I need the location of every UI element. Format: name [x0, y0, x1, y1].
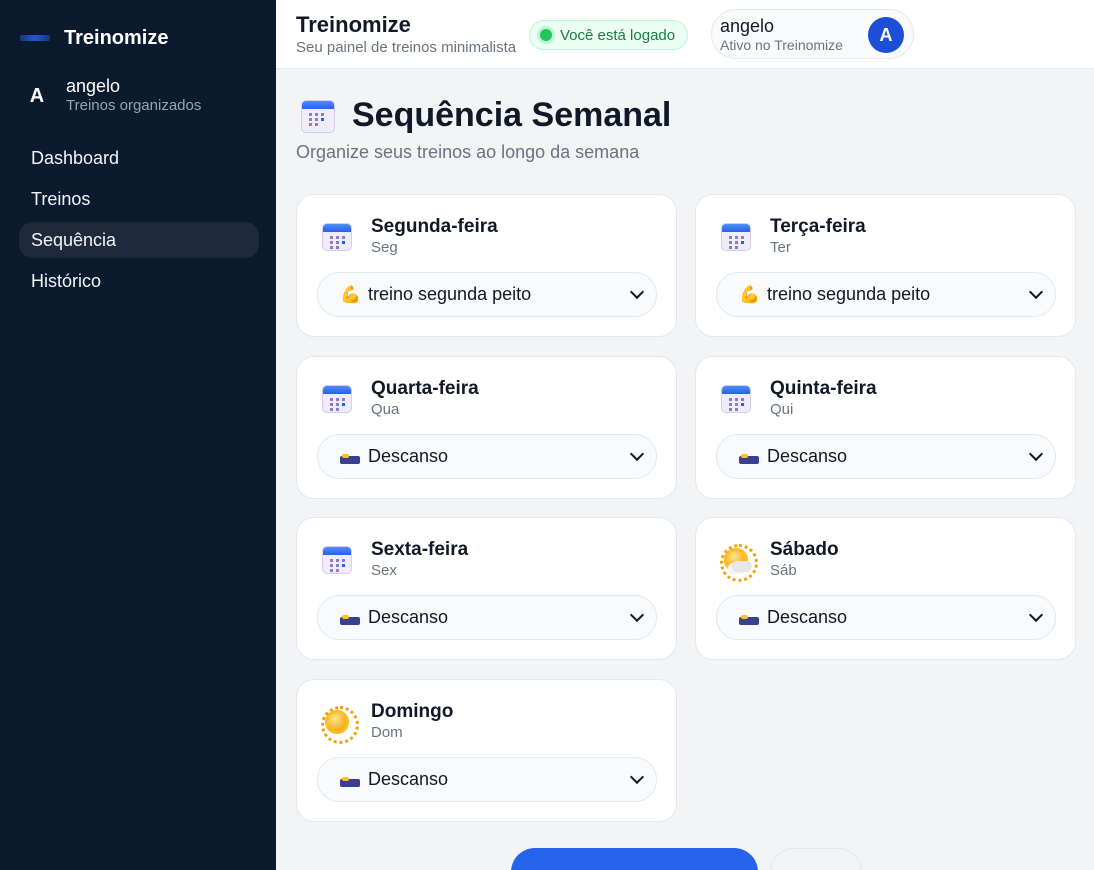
day-card-sabado: Sábado Sáb Descanso: [695, 517, 1076, 660]
topbar-subtitle: Seu painel de treinos minimalista: [296, 39, 517, 56]
day-abbr: Qua: [371, 401, 400, 418]
workout-select-value: Descanso: [368, 607, 449, 627]
day-card-domingo: Domingo Dom Descanso: [296, 679, 677, 822]
day-abbr: Ter: [770, 239, 791, 256]
status-text: Você está logado: [560, 26, 676, 44]
workout-select-value: treino segunda peito: [767, 284, 931, 304]
avatar: A: [29, 84, 45, 107]
chevron-down-icon: [1028, 284, 1044, 300]
page-header: Sequência Semanal: [300, 96, 671, 135]
bed-icon: [340, 773, 360, 787]
chevron-down-icon: [629, 769, 645, 785]
day-name: Quarta-feira: [371, 378, 479, 399]
workout-select-value: Descanso: [767, 446, 848, 466]
day-name: Domingo: [371, 701, 454, 722]
sidebar-user: A angelo Treinos organizados: [20, 76, 202, 116]
workout-select[interactable]: Descanso: [716, 595, 1056, 640]
status-badge: Você está logado: [529, 20, 689, 50]
user-status: Ativo no Treinomize: [720, 37, 843, 53]
chevron-down-icon: [629, 446, 645, 462]
chevron-down-icon: [629, 284, 645, 300]
flexed-biceps-icon: 💪: [340, 284, 362, 304]
topbar-title: Treinomize: [296, 12, 411, 37]
workout-select-value: treino segunda peito: [368, 284, 532, 304]
brand[interactable]: Treinomize: [20, 24, 168, 52]
day-name: Quinta-feira: [770, 378, 877, 399]
workout-select-value: Descanso: [368, 446, 449, 466]
day-card-quarta: Quarta-feira Qua Descanso: [296, 356, 677, 499]
day-name: Sábado: [770, 539, 839, 560]
sidebar: Treinomize A angelo Treinos organizados …: [0, 0, 276, 870]
day-card-terca: Terça-feira Ter 💪 treino segunda peito: [695, 194, 1076, 337]
day-card-sexta: Sexta-feira Sex Descanso: [296, 517, 677, 660]
brand-logo: [20, 35, 50, 41]
page-subtitle: Organize seus treinos ao longo da semana: [296, 142, 640, 162]
day-card-segunda: Segunda-feira Seg 💪 treino segunda peito: [296, 194, 677, 337]
bed-icon: [739, 450, 759, 464]
workout-select[interactable]: 💪 treino segunda peito: [317, 272, 657, 317]
workout-select[interactable]: Descanso: [317, 757, 657, 802]
sidebar-nav: Dashboard Treinos Sequência Histórico: [19, 140, 259, 304]
topbar: Treinomize Seu painel de treinos minimal…: [276, 0, 1094, 69]
user-menu[interactable]: angelo Ativo no Treinomize A: [711, 9, 914, 59]
day-name: Sexta-feira: [371, 539, 469, 560]
sidebar-username: angelo: [66, 76, 121, 96]
chevron-down-icon: [1028, 607, 1044, 623]
flexed-biceps-icon: 💪: [739, 284, 761, 304]
brand-name: Treinomize: [64, 26, 169, 49]
day-name: Terça-feira: [770, 216, 866, 237]
bed-icon: [340, 611, 360, 625]
status-dot-icon: [540, 29, 552, 41]
day-abbr: Dom: [371, 724, 403, 741]
save-sequence-button[interactable]: [511, 848, 758, 870]
workout-select-value: Descanso: [767, 607, 848, 627]
bed-icon: [739, 611, 759, 625]
sidebar-item-historico[interactable]: Histórico: [19, 263, 259, 299]
workout-select[interactable]: 💪 treino segunda peito: [716, 272, 1056, 317]
chevron-down-icon: [629, 607, 645, 623]
workout-select[interactable]: Descanso: [317, 434, 657, 479]
day-abbr: Qui: [770, 401, 794, 418]
user-avatar[interactable]: A: [868, 17, 904, 53]
sidebar-item-dashboard[interactable]: Dashboard: [19, 140, 259, 176]
day-abbr: Sex: [371, 562, 397, 579]
secondary-button[interactable]: [770, 848, 862, 870]
day-card-quinta: Quinta-feira Qui Descanso: [695, 356, 1076, 499]
workout-select[interactable]: Descanso: [317, 595, 657, 640]
sidebar-item-treinos[interactable]: Treinos: [19, 181, 259, 217]
workout-select[interactable]: Descanso: [716, 434, 1056, 479]
day-abbr: Seg: [371, 239, 398, 256]
page-title: Sequência Semanal: [352, 96, 672, 134]
sidebar-user-subtitle: Treinos organizados: [66, 97, 202, 114]
day-name: Segunda-feira: [371, 216, 498, 237]
sidebar-item-sequencia[interactable]: Sequência: [19, 222, 259, 258]
bed-icon: [340, 450, 360, 464]
user-name: angelo: [720, 16, 775, 36]
workout-select-value: Descanso: [368, 769, 449, 789]
calendar-icon: [300, 98, 336, 134]
day-abbr: Sáb: [770, 562, 797, 579]
chevron-down-icon: [1028, 446, 1044, 462]
